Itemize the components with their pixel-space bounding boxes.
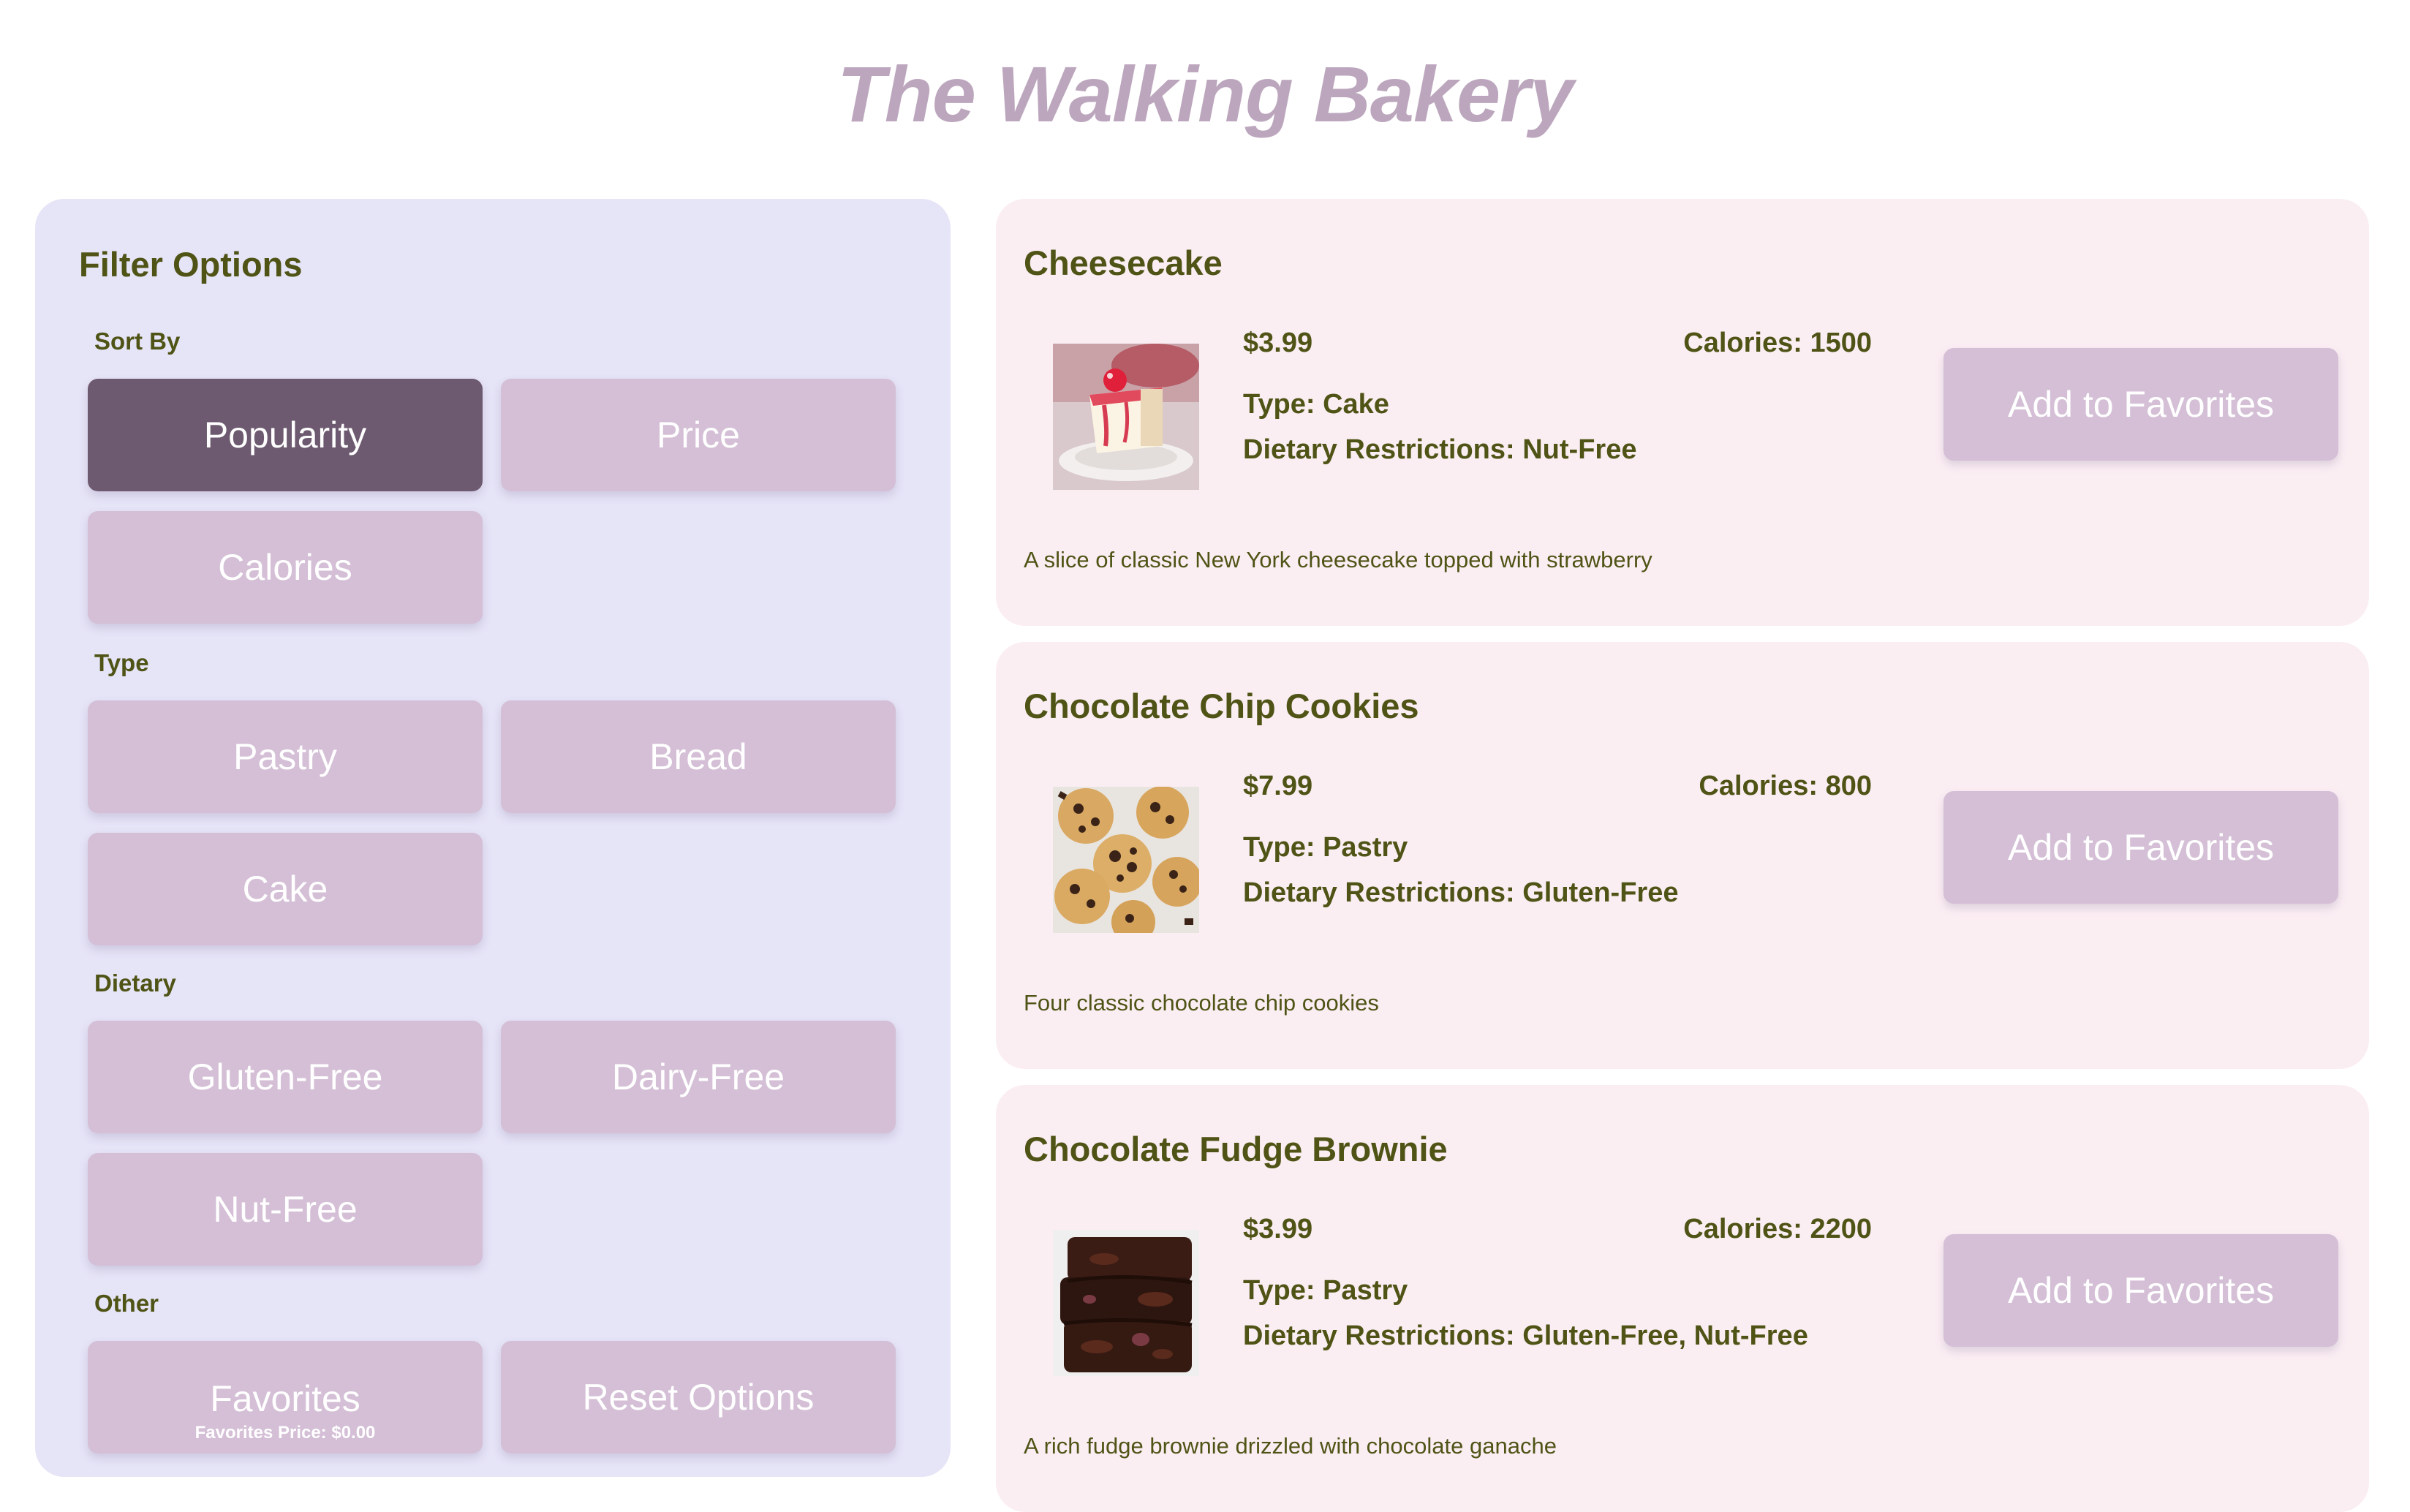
sort-calories-button[interactable]: Calories [88,511,483,624]
type-label: Type [94,649,149,676]
dietary-nut-free-button[interactable]: Nut-Free [88,1153,483,1266]
cookies-image [1053,787,1199,933]
add-to-favorites-button[interactable]: Add to Favorites [1944,1234,2338,1347]
dietary-gluten-free-button[interactable]: Gluten-Free [88,1021,483,1133]
product-description: Four classic chocolate chip cookies [1024,990,1379,1016]
product-type: Type: Pastry [1243,1275,1408,1306]
favorites-button[interactable]: Favorites Favorites Price: $0.00 [88,1341,483,1454]
product-name: Chocolate Chip Cookies [1024,687,1419,725]
brownie-image [1053,1230,1199,1376]
product-card: Chocolate Fudge Brownie $3.99 Calories: … [996,1085,2369,1512]
sort-popularity-button[interactable]: Popularity [88,379,483,491]
product-calories: Calories: 2200 [1683,1214,1872,1244]
product-price: $3.99 [1243,328,1313,358]
favorites-label: Favorites [210,1378,360,1419]
type-cake-button[interactable]: Cake [88,833,483,945]
add-to-favorites-button[interactable]: Add to Favorites [1944,791,2338,904]
product-type: Type: Cake [1243,389,1389,420]
product-dietary: Dietary Restrictions: Gluten-Free [1243,877,1679,908]
product-price: $7.99 [1243,771,1313,801]
reset-options-button[interactable]: Reset Options [501,1341,896,1454]
other-label: Other [94,1290,159,1317]
product-calories: Calories: 800 [1699,771,1872,801]
product-card: Cheesecake $3.99 Calories: 1500 Type: Ca… [996,199,2369,626]
product-price: $3.99 [1243,1214,1313,1244]
product-description: A slice of classic New York cheesecake t… [1024,547,1652,572]
cheesecake-image [1053,344,1199,490]
type-bread-button[interactable]: Bread [501,700,896,813]
type-pastry-button[interactable]: Pastry [88,700,483,813]
favorites-price-label: Favorites Price: $0.00 [194,1423,376,1443]
product-dietary: Dietary Restrictions: Nut-Free [1243,434,1637,465]
dietary-label: Dietary [94,969,176,997]
product-dietary: Dietary Restrictions: Gluten-Free, Nut-F… [1243,1320,1808,1351]
add-to-favorites-button[interactable]: Add to Favorites [1944,348,2338,461]
product-calories: Calories: 1500 [1683,328,1872,358]
page-title: The Walking Bakery [836,50,1574,138]
product-card: Chocolate Chip Cookies $7.99 Calories: 8… [996,642,2369,1069]
product-name: Chocolate Fudge Brownie [1024,1130,1448,1168]
product-description: A rich fudge brownie drizzled with choco… [1024,1433,1557,1459]
filter-options-title: Filter Options [79,245,303,284]
product-name: Cheesecake [1024,243,1223,282]
sort-by-label: Sort By [94,328,181,355]
sort-price-button[interactable]: Price [501,379,896,491]
dietary-dairy-free-button[interactable]: Dairy-Free [501,1021,896,1133]
filter-sidebar: Filter Options Sort By Popularity Price … [35,199,951,1477]
product-type: Type: Pastry [1243,832,1408,863]
